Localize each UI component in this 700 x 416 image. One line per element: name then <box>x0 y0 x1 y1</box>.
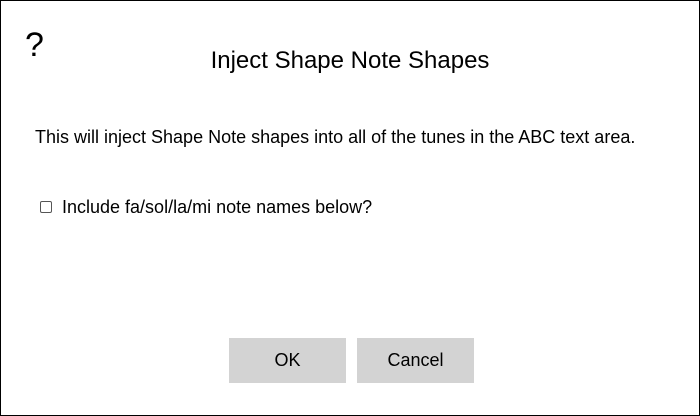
inject-shape-notes-dialog: ? Inject Shape Note Shapes This will inj… <box>0 0 700 416</box>
include-note-names-row[interactable]: Include fa/sol/la/mi note names below? <box>40 195 372 219</box>
include-note-names-checkbox[interactable] <box>40 201 52 213</box>
dialog-message: This will inject Shape Note shapes into … <box>35 127 636 147</box>
cancel-button[interactable]: Cancel <box>357 338 474 383</box>
ok-button[interactable]: OK <box>229 338 346 383</box>
dialog-title: Inject Shape Note Shapes <box>210 47 490 74</box>
include-note-names-label[interactable]: Include fa/sol/la/mi note names below? <box>62 195 372 219</box>
